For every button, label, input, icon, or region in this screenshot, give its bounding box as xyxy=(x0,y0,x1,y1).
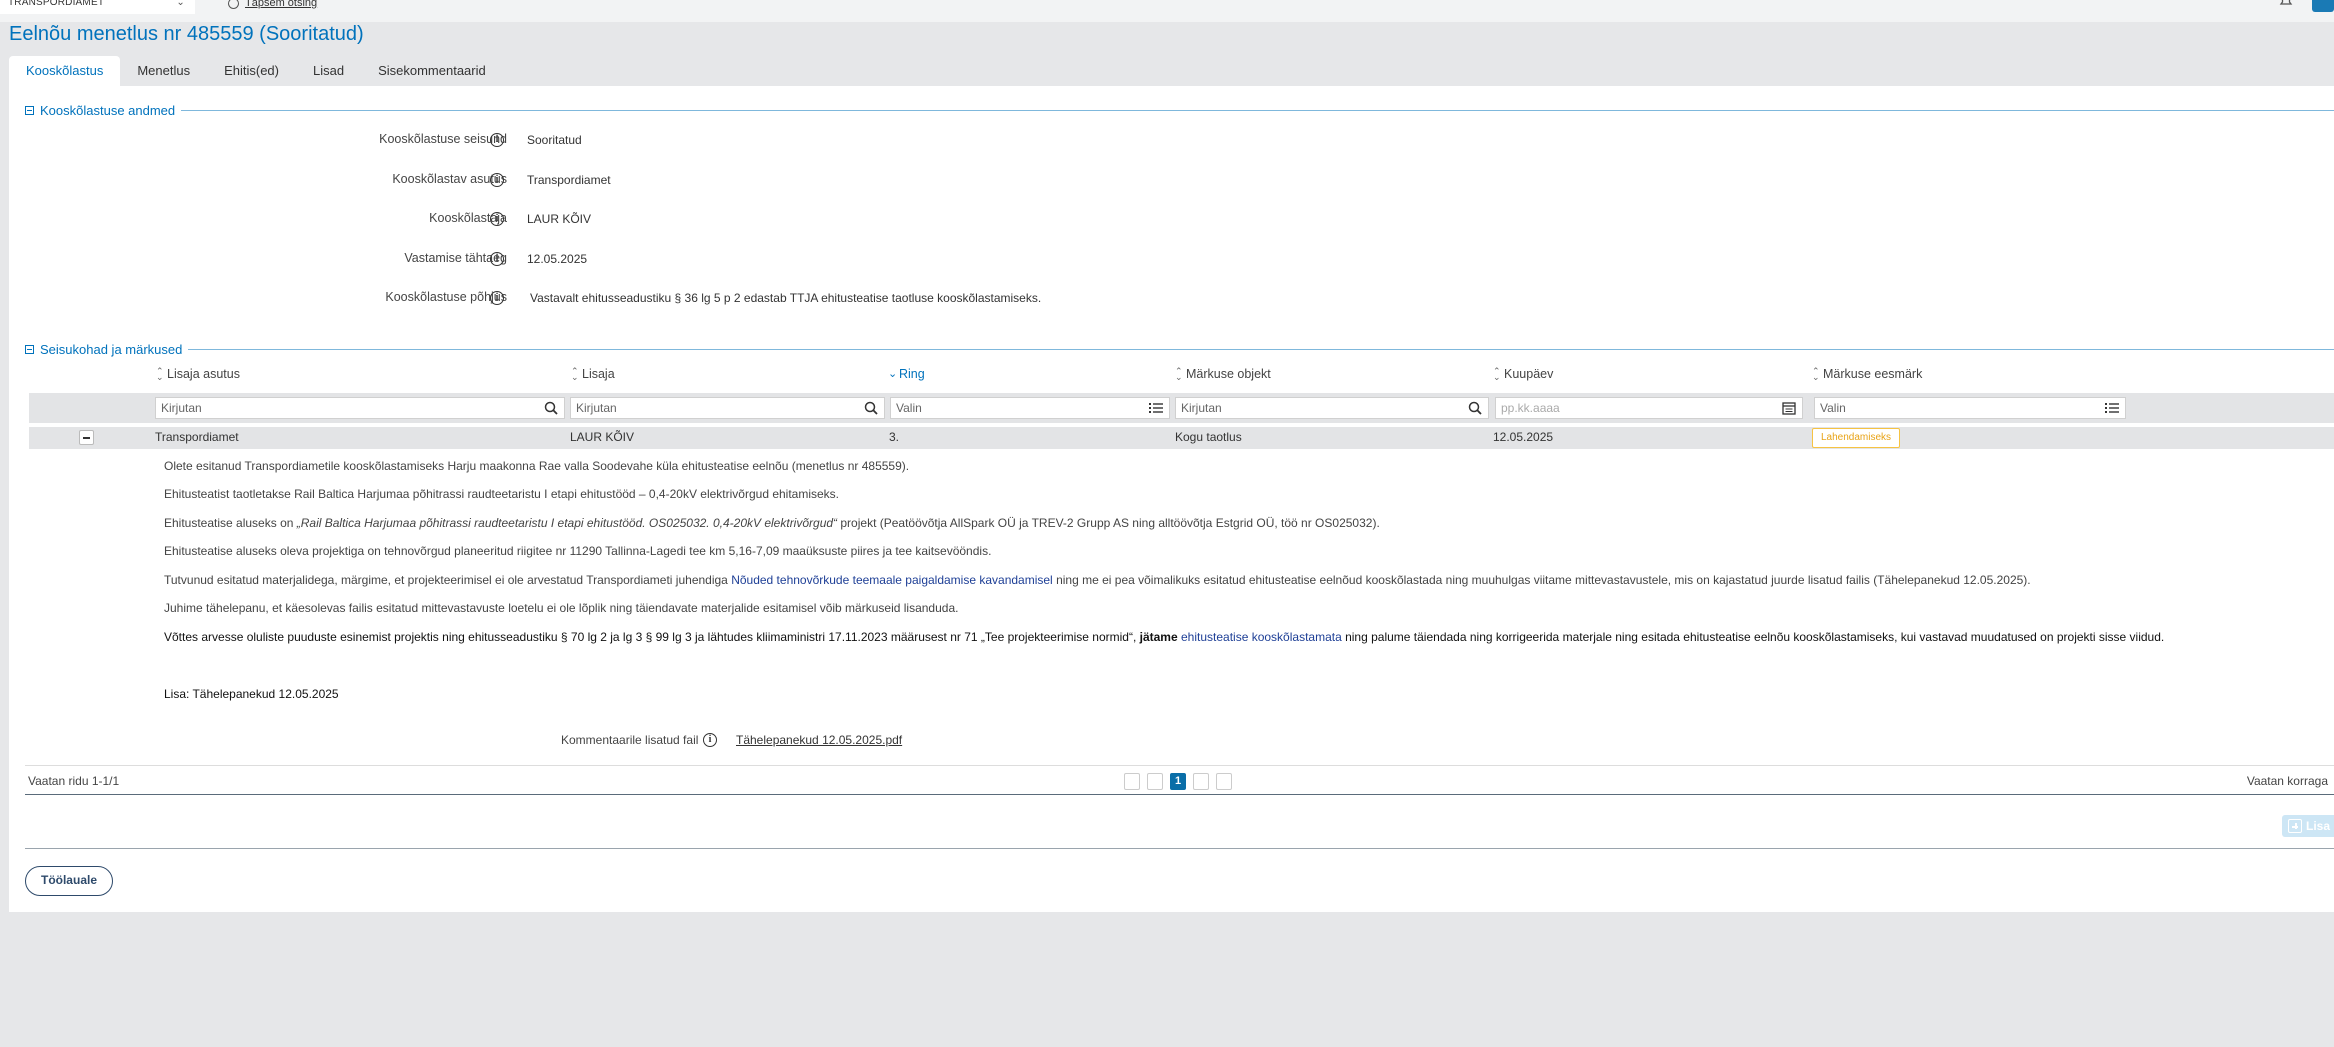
collapse-icon[interactable] xyxy=(25,344,34,354)
organization-name: TRANSPORDIAMET xyxy=(8,0,105,8)
advanced-search[interactable]: Täpsem otsing xyxy=(228,0,317,14)
tab-bar: Kooskõlastus Menetlus Ehitis(ed) Lisad S… xyxy=(9,56,503,86)
divider xyxy=(25,848,2334,849)
rows-info: Vaatan ridu 1-1/1 xyxy=(28,774,120,788)
field-value: Vastavalt ehitusseadustiku § 36 lg 5 p 2… xyxy=(530,291,1042,305)
section-title: Seisukohad ja märkused xyxy=(40,341,183,357)
filter-purpose-select[interactable]: Valin xyxy=(1814,397,2126,419)
tab-ehitised[interactable]: Ehitis(ed) xyxy=(207,56,296,86)
pagination-bar: Vaatan ridu 1-1/1 1 Vaatan korraga xyxy=(25,765,2334,795)
field-approving-agency: Kooskõlastav asutus i Transpordiamet xyxy=(9,172,1209,192)
field-value: 12.05.2025 xyxy=(527,252,588,266)
sort-desc-icon: ⌄ xyxy=(888,368,898,380)
tab-menetlus[interactable]: Menetlus xyxy=(120,56,207,86)
divider xyxy=(181,109,2334,111)
search-icon xyxy=(1468,401,1482,415)
info-icon[interactable]: i xyxy=(490,252,504,266)
search-icon xyxy=(544,401,558,415)
comment-paragraph: Olete esitanud Transpordiametile kooskõl… xyxy=(164,459,910,473)
cell-agency: Transpordiamet xyxy=(155,430,239,444)
info-icon[interactable]: i xyxy=(490,173,504,187)
section-header-positions-comments[interactable]: Seisukohad ja märkused xyxy=(25,339,2334,359)
collapse-icon[interactable] xyxy=(25,105,34,115)
attachment-label: Kommentaarile lisatud fail xyxy=(561,733,699,747)
current-page-button[interactable]: 1 xyxy=(1170,773,1186,790)
table-row[interactable]: Transpordiamet LAUR KÕIV 3. Kogu taotlus… xyxy=(29,427,2334,449)
first-page-button[interactable] xyxy=(1124,773,1140,790)
list-icon xyxy=(2105,403,2119,413)
filter-author-input[interactable]: Kirjutan xyxy=(570,397,885,419)
filter-date-input[interactable]: pp.kk.aaaa xyxy=(1495,397,1803,419)
tab-kooskolastus[interactable]: Kooskõlastus xyxy=(9,56,121,86)
page-size-label[interactable]: Vaatan korraga xyxy=(2247,774,2328,788)
sort-icon: ⌃ ⌄ xyxy=(1812,366,1820,382)
tab-sisekommentaarid[interactable]: Sisekommentaarid xyxy=(361,56,503,86)
column-header-purpose[interactable]: ⌃ ⌄ Märkuse eesmärk xyxy=(1812,366,1922,382)
page-title: Eelnõu menetlus nr 485559 (Sooritatud) xyxy=(9,23,364,45)
chevron-down-icon: ⌄ xyxy=(176,0,185,8)
organization-select[interactable]: TRANSPORDIAMET ⌄ xyxy=(0,0,195,14)
last-page-button[interactable] xyxy=(1216,773,1232,790)
tab-lisad[interactable]: Lisad xyxy=(296,56,361,86)
sort-icon: ⌃ ⌄ xyxy=(571,366,579,382)
comment-paragraph: Ehitusteatise aluseks oleva projektiga o… xyxy=(164,544,992,558)
cell-object: Kogu taotlus xyxy=(1175,430,1242,444)
top-bar: TRANSPORDIAMET ⌄ Täpsem otsing xyxy=(0,0,2334,22)
sort-icon: ⌃ ⌄ xyxy=(1175,366,1183,382)
filter-object-input[interactable]: Kirjutan xyxy=(1175,397,1489,419)
sort-icon: ⌃ ⌄ xyxy=(156,366,164,382)
column-header-agency[interactable]: ⌃ ⌄ Lisaja asutus xyxy=(156,366,240,382)
comment-paragraph: Lisa: Tähelepanekud 12.05.2025 xyxy=(164,687,339,701)
field-approval-reason: Kooskõlastuse põhjus i Vastavalt ehituss… xyxy=(9,290,1209,310)
info-icon[interactable]: i xyxy=(703,733,717,747)
prev-page-button[interactable] xyxy=(1147,773,1163,790)
advanced-search-link[interactable]: Täpsem otsing xyxy=(245,0,317,9)
column-header-object[interactable]: ⌃ ⌄ Märkuse objekt xyxy=(1175,366,1271,382)
comment-paragraph: Juhime tähelepanu, et käesolevas failis … xyxy=(164,601,959,615)
collapse-row-icon[interactable] xyxy=(79,430,94,445)
status-badge: Lahendamiseks xyxy=(1812,428,1901,448)
comment-paragraph: Ehitusteatist taotletakse Rail Baltica H… xyxy=(164,487,840,501)
field-value: LAUR KÕIV xyxy=(527,212,592,226)
comment-paragraph: Tutvunud esitatud materjalidega, märgime… xyxy=(164,573,2031,587)
comment-paragraph: Võttes arvesse olulistе puuduste esinemi… xyxy=(164,630,2165,644)
plus-icon xyxy=(2288,819,2302,833)
guideline-link[interactable]: Nõuded tehnovõrkude teemaale paigaldamis… xyxy=(731,573,1053,587)
divider xyxy=(188,348,2334,350)
section-header-approval-data[interactable]: Kooskõlastuse andmed xyxy=(25,100,2334,120)
sort-icon: ⌃ ⌄ xyxy=(1493,366,1501,382)
field-approval-status: Kooskõlastuse seisund i Sooritatud xyxy=(9,132,1209,152)
field-label: Kooskõlastuse seisund xyxy=(379,132,507,146)
user-avatar[interactable] xyxy=(2312,0,2334,12)
cell-date: 12.05.2025 xyxy=(1493,430,1554,444)
calendar-icon[interactable] xyxy=(1782,401,1796,415)
field-value: Sooritatud xyxy=(527,133,582,147)
list-icon xyxy=(1149,403,1163,413)
section-title: Kooskõlastuse andmed xyxy=(40,102,176,118)
field-value: Transpordiamet xyxy=(527,173,611,187)
back-to-dashboard-button[interactable]: Töölauale xyxy=(25,866,113,896)
next-page-button[interactable] xyxy=(1193,773,1209,790)
filter-round-select[interactable]: Valin xyxy=(890,397,1170,419)
field-response-deadline: Vastamise tähtaeg i 12.05.2025 xyxy=(9,251,1209,271)
info-icon[interactable]: i xyxy=(490,212,504,226)
column-header-round[interactable]: ⌄ Ring xyxy=(888,367,925,381)
attachment-file-link[interactable]: Tähelepanekud 12.05.2025.pdf xyxy=(736,733,902,747)
column-header-date[interactable]: ⌃ ⌄ Kuupäev xyxy=(1493,366,1553,382)
search-icon xyxy=(864,401,878,415)
filter-agency-input[interactable]: Kirjutan xyxy=(155,397,565,419)
search-icon xyxy=(228,0,239,9)
comment-paragraph: Ehitusteatise aluseks on „Rail Baltica H… xyxy=(164,516,1380,530)
info-icon[interactable]: i xyxy=(490,291,504,305)
cell-round: 3. xyxy=(889,430,900,444)
info-icon[interactable]: i xyxy=(490,133,504,147)
field-approver: Kooskõlastaja i LAUR KÕIV xyxy=(9,211,1209,231)
column-header-author[interactable]: ⌃ ⌄ Lisaja xyxy=(571,366,615,382)
field-label: Kooskõlastuse põhjus xyxy=(385,290,507,304)
cell-author: LAUR KÕIV xyxy=(570,430,635,444)
bell-icon[interactable] xyxy=(2278,0,2294,8)
add-comment-button[interactable]: Lisa xyxy=(2282,815,2334,837)
